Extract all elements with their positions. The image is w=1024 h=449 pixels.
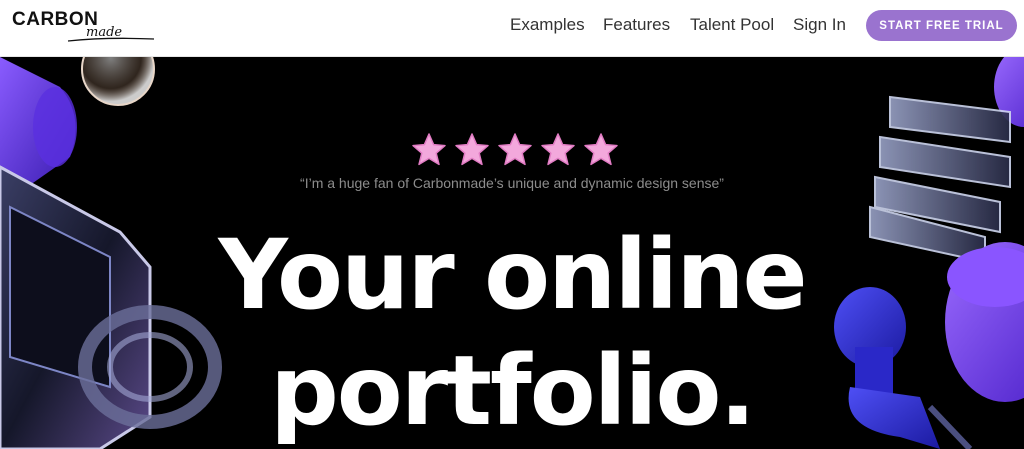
star-rating: [411, 132, 621, 168]
star-icon: [541, 133, 575, 166]
star-icon: [412, 133, 446, 166]
testimonial-quote: “I’m a huge fan of Carbonmade’s unique a…: [300, 175, 724, 191]
hero-headline-line-2: portfolio.: [270, 335, 756, 447]
carbonmade-logo[interactable]: CARBON made: [12, 9, 155, 43]
logo-swash-icon: [67, 37, 155, 42]
star-icon: [584, 133, 618, 166]
nav-examples[interactable]: Examples: [510, 15, 585, 35]
nav-talent-pool[interactable]: Talent Pool: [690, 15, 774, 35]
hero-headline-line-1: Your online: [218, 219, 807, 331]
nav-features[interactable]: Features: [603, 15, 670, 35]
site-header: CARBON made Examples Features Talent Poo…: [0, 0, 1024, 57]
star-icon: [455, 133, 489, 166]
start-free-trial-button[interactable]: START FREE TRIAL: [866, 10, 1017, 41]
star-icon: [498, 133, 532, 166]
hero-section: “I’m a huge fan of Carbonmade’s unique a…: [0, 57, 1024, 449]
nav-sign-in[interactable]: Sign In: [793, 15, 846, 35]
